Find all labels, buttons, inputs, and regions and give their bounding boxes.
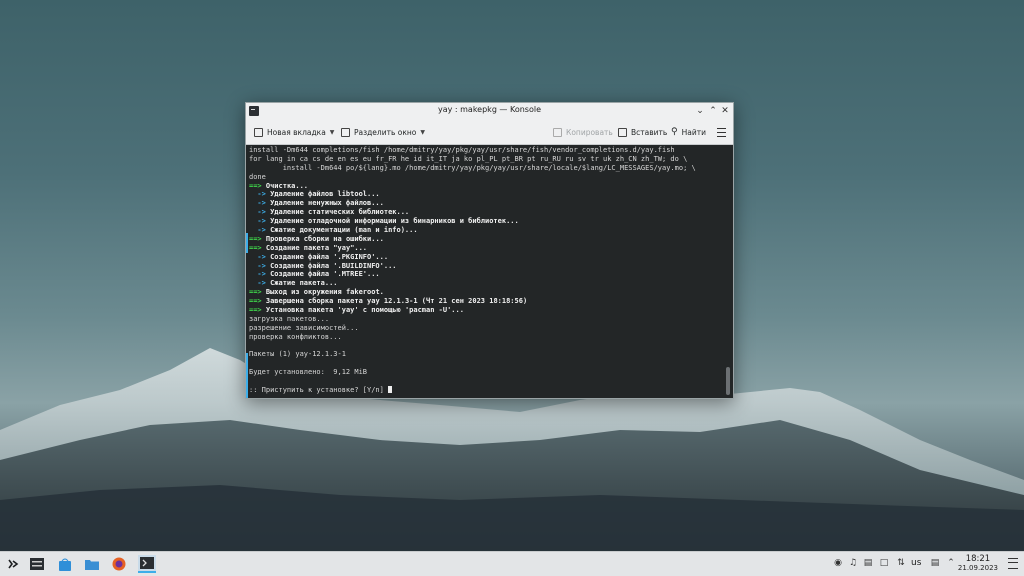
terminal-step-line: ==> Установка пакета 'yay' с помощью 'pa… [249, 306, 464, 315]
new-tab-icon [254, 127, 263, 137]
terminal-step-line: -> Удаление ненужных файлов... [249, 199, 384, 208]
terminal-step-line: ==> Проверка сборки на ошибки... [249, 234, 384, 243]
hamburger-menu-icon[interactable] [717, 128, 726, 137]
selection-marker [246, 353, 248, 398]
new-tab-button[interactable]: Новая вкладка ▼ [254, 124, 334, 140]
chevron-down-icon[interactable]: ▼ [420, 129, 425, 136]
selection-marker [246, 233, 248, 253]
terminal-step-line: -> Создание файла '.MTREE'... [249, 270, 380, 279]
terminal-step-line: -> Создание файла '.BUILDINFO'... [249, 261, 397, 270]
terminal-prompt-line: :: Приступить к установке? [Y/n] [249, 386, 730, 395]
terminal-step-line: ==> Очистка... [249, 181, 309, 190]
peek-desktop-icon[interactable] [1008, 558, 1018, 569]
terminal-step-line: -> Сжатие документации (man и info)... [249, 226, 418, 235]
terminal-step-line: ==> Завершена сборка пакета yay 12.1.3-1… [249, 297, 528, 306]
minimize-chevron-icon[interactable]: ⌄ [694, 105, 706, 117]
clipboard-icon[interactable]: ▤ [862, 557, 874, 569]
terminal-line: Пакеты (1) yay-12.1.3-1 [249, 350, 346, 359]
terminal-step-line: ==> Выход из окружения fakeroot. [249, 288, 384, 297]
window-title: yay : makepkg — Konsole [437, 105, 541, 114]
terminal-lines: install -Dm644 completions/fish /home/dm… [249, 146, 730, 395]
terminal-line: done [249, 172, 266, 181]
split-view-icon [341, 127, 350, 137]
terminal-step-line: -> Удаление файлов libtool... [249, 190, 380, 199]
firefox-icon[interactable] [110, 555, 128, 573]
clock-date: 21.09.2023 [957, 564, 998, 572]
maximize-chevron-icon[interactable]: ⌃ [707, 105, 719, 117]
clock-time: 18:21 [965, 554, 991, 564]
update-icon[interactable]: ◉ [832, 557, 844, 569]
digital-clock[interactable]: 18:21 21.09.2023 [958, 554, 998, 572]
terminal-line: Будет установлено: 9,12 MiB [249, 368, 368, 377]
find-button[interactable]: ⚲ Найти [671, 124, 706, 140]
split-view-button[interactable]: Разделить окно ▼ [341, 124, 425, 140]
terminal-output[interactable]: install -Dm644 completions/fish /home/dm… [246, 145, 733, 398]
terminal-line: for lang in ca cs de en es eu fr_FR he i… [249, 154, 688, 163]
search-icon: ⚲ [671, 127, 678, 137]
notifications-icon[interactable]: □ [878, 557, 890, 569]
copy-button[interactable]: Копировать [553, 124, 613, 140]
volume-icon[interactable]: ♫ [847, 557, 859, 569]
terminal-step-line: -> Удаление статических библиотек... [249, 208, 410, 217]
keyboard-layout-indicator[interactable]: us [911, 558, 921, 568]
terminal-step-line: -> Создание файла '.PKGINFO'... [249, 252, 389, 261]
close-icon[interactable]: ✕ [719, 105, 731, 117]
chevron-down-icon[interactable]: ▼ [330, 129, 335, 136]
terminal-line: загрузка пакетов... [249, 314, 330, 323]
terminal-line: проверка конфликтов... [249, 332, 342, 341]
terminal-step-line: ==> Создание пакета "yay"... [249, 243, 368, 252]
taskbar: ◉ ♫ ▤ □ ⇅ us ▤ ⌃ 18:21 21.09.2023 [0, 551, 1024, 576]
window-titlebar[interactable]: yay : makepkg — Konsole ⌄ ⌃ ✕ [246, 103, 733, 120]
terminal-line: install -Dm644 po/${lang}.mo /home/dmitr… [249, 163, 696, 172]
konsole-toolbar: Новая вкладка ▼ Разделить окно ▼ Копиров… [246, 120, 733, 145]
copy-label: Копировать [566, 127, 613, 137]
konsole-window[interactable]: yay : makepkg — Konsole ⌄ ⌃ ✕ Новая вкла… [245, 102, 734, 399]
scrollbar-handle[interactable] [726, 367, 730, 395]
copy-icon [553, 127, 562, 137]
application-launcher-icon[interactable] [4, 555, 22, 573]
paste-label: Вставить [631, 127, 668, 137]
paste-icon [618, 127, 627, 137]
terminal-step-line: -> Сжатие пакета... [249, 279, 338, 288]
text-cursor [388, 386, 393, 394]
split-view-label: Разделить окно [354, 127, 417, 137]
terminal-step-line: -> Удаление отладочной информации из бин… [249, 217, 519, 226]
usb-device-icon[interactable]: ⇅ [895, 557, 907, 569]
discover-store-icon[interactable] [56, 555, 74, 573]
new-tab-label: Новая вкладка [267, 127, 326, 137]
file-manager-icon[interactable] [83, 555, 101, 573]
paste-button[interactable]: Вставить [618, 124, 667, 140]
tray-expand-icon[interactable]: ⌃ [945, 557, 957, 569]
terminal-line: разрешение зависимостей... [249, 323, 359, 332]
terminal-line: install -Dm644 completions/fish /home/dm… [249, 146, 675, 154]
find-label: Найти [681, 127, 706, 137]
system-settings-icon[interactable] [28, 555, 46, 573]
konsole-taskbar-icon[interactable] [138, 555, 156, 573]
network-icon[interactable]: ▤ [929, 557, 941, 569]
